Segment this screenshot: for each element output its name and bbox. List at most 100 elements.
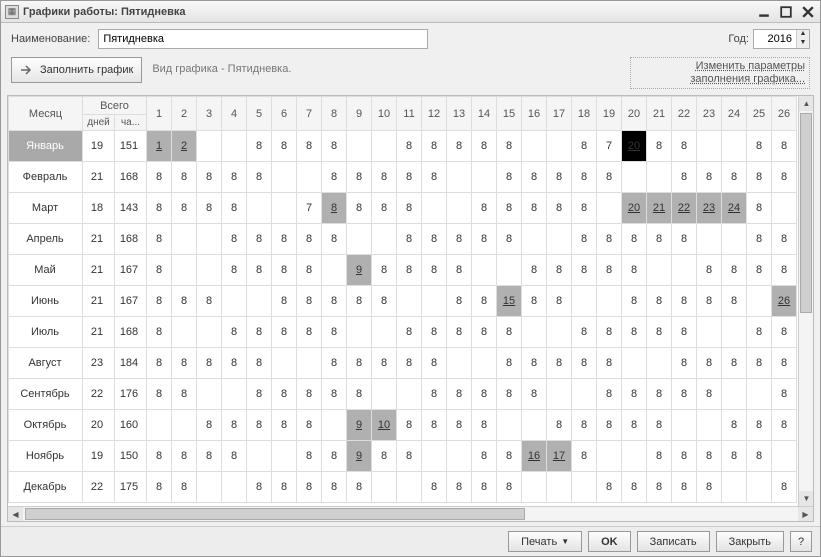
month-cell[interactable]: Июнь bbox=[9, 286, 83, 317]
scroll-down-icon[interactable]: ▼ bbox=[799, 491, 813, 506]
day-cell[interactable]: 8 bbox=[497, 224, 522, 255]
day-cell[interactable] bbox=[447, 193, 472, 224]
ok-button[interactable]: OK bbox=[588, 531, 631, 552]
day-cell[interactable]: 8 bbox=[372, 193, 397, 224]
day-cell[interactable]: 8 bbox=[422, 379, 447, 410]
day-cell[interactable]: 8 bbox=[347, 162, 372, 193]
header-total[interactable]: Всего bbox=[83, 97, 147, 115]
day-cell[interactable] bbox=[547, 379, 572, 410]
day-cell[interactable]: 8 bbox=[697, 286, 722, 317]
day-cell[interactable]: 8 bbox=[572, 224, 597, 255]
day-cell[interactable]: 8 bbox=[347, 472, 372, 503]
header-day-25[interactable]: 25 bbox=[747, 97, 772, 131]
hours-cell[interactable]: 150 bbox=[115, 441, 147, 472]
day-cell[interactable]: 8 bbox=[672, 286, 697, 317]
day-cell[interactable] bbox=[722, 131, 747, 162]
day-cell[interactable]: 8 bbox=[322, 379, 347, 410]
days-cell[interactable]: 18 bbox=[83, 193, 115, 224]
day-cell[interactable] bbox=[697, 410, 722, 441]
day-cell[interactable]: 8 bbox=[322, 224, 347, 255]
month-cell[interactable]: Февраль bbox=[9, 162, 83, 193]
day-cell[interactable]: 8 bbox=[197, 348, 222, 379]
day-cell[interactable]: 8 bbox=[297, 286, 322, 317]
day-cell[interactable]: 8 bbox=[622, 286, 647, 317]
day-cell[interactable]: 8 bbox=[472, 379, 497, 410]
day-cell[interactable]: 8 bbox=[572, 410, 597, 441]
day-cell[interactable]: 1 bbox=[147, 131, 172, 162]
day-cell[interactable] bbox=[747, 379, 772, 410]
schedule-table[interactable]: Месяц Всего 1234567891011121314151617181… bbox=[8, 96, 797, 503]
day-cell[interactable] bbox=[472, 162, 497, 193]
close-button[interactable]: Закрыть bbox=[716, 531, 784, 552]
day-cell[interactable]: 8 bbox=[222, 224, 247, 255]
day-cell[interactable]: 8 bbox=[472, 193, 497, 224]
day-cell[interactable]: 8 bbox=[197, 193, 222, 224]
vscroll-track[interactable] bbox=[799, 111, 813, 491]
day-cell[interactable] bbox=[272, 348, 297, 379]
day-cell[interactable]: 8 bbox=[747, 131, 772, 162]
day-cell[interactable]: 8 bbox=[272, 317, 297, 348]
day-cell[interactable]: 8 bbox=[472, 317, 497, 348]
day-cell[interactable]: 8 bbox=[622, 410, 647, 441]
day-cell[interactable] bbox=[722, 379, 747, 410]
header-day-14[interactable]: 14 bbox=[472, 97, 497, 131]
day-cell[interactable]: 8 bbox=[222, 255, 247, 286]
header-day-20[interactable]: 20 bbox=[622, 97, 647, 131]
day-cell[interactable] bbox=[147, 410, 172, 441]
day-cell[interactable]: 8 bbox=[522, 286, 547, 317]
day-cell[interactable]: 8 bbox=[772, 472, 797, 503]
day-cell[interactable]: 8 bbox=[747, 410, 772, 441]
day-cell[interactable]: 8 bbox=[397, 193, 422, 224]
day-cell[interactable] bbox=[547, 131, 572, 162]
day-cell[interactable]: 8 bbox=[572, 348, 597, 379]
day-cell[interactable] bbox=[622, 348, 647, 379]
day-cell[interactable]: 8 bbox=[547, 348, 572, 379]
day-cell[interactable]: 8 bbox=[297, 441, 322, 472]
day-cell[interactable] bbox=[372, 131, 397, 162]
hscroll-track[interactable] bbox=[23, 507, 798, 521]
header-day-5[interactable]: 5 bbox=[247, 97, 272, 131]
hours-cell[interactable]: 143 bbox=[115, 193, 147, 224]
day-cell[interactable]: 8 bbox=[672, 224, 697, 255]
day-cell[interactable]: 8 bbox=[722, 162, 747, 193]
header-day-15[interactable]: 15 bbox=[497, 97, 522, 131]
day-cell[interactable] bbox=[197, 317, 222, 348]
days-cell[interactable]: 22 bbox=[83, 379, 115, 410]
day-cell[interactable]: 8 bbox=[722, 410, 747, 441]
days-cell[interactable]: 21 bbox=[83, 162, 115, 193]
days-cell[interactable]: 21 bbox=[83, 317, 115, 348]
day-cell[interactable] bbox=[572, 472, 597, 503]
day-cell[interactable]: 8 bbox=[747, 193, 772, 224]
month-cell[interactable]: Ноябрь bbox=[9, 441, 83, 472]
day-cell[interactable] bbox=[197, 255, 222, 286]
day-cell[interactable] bbox=[172, 255, 197, 286]
day-cell[interactable]: 8 bbox=[247, 317, 272, 348]
day-cell[interactable] bbox=[222, 286, 247, 317]
day-cell[interactable]: 8 bbox=[522, 162, 547, 193]
day-cell[interactable]: 8 bbox=[222, 441, 247, 472]
print-button[interactable]: Печать ▼ bbox=[508, 531, 582, 552]
day-cell[interactable]: 9 bbox=[347, 255, 372, 286]
day-cell[interactable]: 8 bbox=[672, 441, 697, 472]
hours-cell[interactable]: 168 bbox=[115, 162, 147, 193]
days-cell[interactable]: 21 bbox=[83, 286, 115, 317]
day-cell[interactable] bbox=[522, 131, 547, 162]
header-days[interactable]: дней bbox=[83, 115, 115, 131]
day-cell[interactable]: 8 bbox=[172, 441, 197, 472]
day-cell[interactable]: 8 bbox=[247, 379, 272, 410]
day-cell[interactable]: 8 bbox=[597, 410, 622, 441]
day-cell[interactable]: 8 bbox=[147, 379, 172, 410]
header-day-2[interactable]: 2 bbox=[172, 97, 197, 131]
day-cell[interactable]: 8 bbox=[247, 131, 272, 162]
header-day-21[interactable]: 21 bbox=[647, 97, 672, 131]
day-cell[interactable] bbox=[772, 441, 797, 472]
day-cell[interactable] bbox=[422, 286, 447, 317]
day-cell[interactable]: 8 bbox=[647, 131, 672, 162]
days-cell[interactable]: 21 bbox=[83, 255, 115, 286]
day-cell[interactable]: 8 bbox=[522, 348, 547, 379]
hours-cell[interactable]: 184 bbox=[115, 348, 147, 379]
vertical-scrollbar[interactable]: ▲ ▼ bbox=[798, 96, 813, 506]
name-input[interactable] bbox=[98, 29, 428, 49]
header-day-17[interactable]: 17 bbox=[547, 97, 572, 131]
day-cell[interactable]: 8 bbox=[472, 286, 497, 317]
